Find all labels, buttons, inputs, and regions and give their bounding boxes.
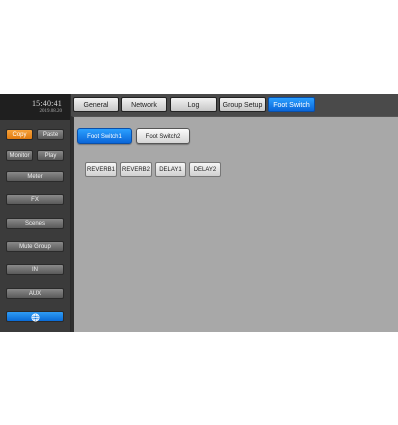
network-globe-icon	[31, 313, 40, 322]
sidebar-item-meter[interactable]: Meter	[6, 171, 64, 182]
sidebar-item-fx[interactable]: FX	[6, 194, 64, 205]
play-button[interactable]: Play	[37, 150, 64, 161]
sidebar: 15:40:41 2019.08.20 Copy Paste Monitor P…	[0, 94, 71, 332]
sidebar-item-in[interactable]: IN	[6, 264, 64, 275]
paste-button[interactable]: Paste	[37, 129, 64, 140]
delay1-button[interactable]: DELAY1	[155, 162, 186, 177]
foot-switch-1-button[interactable]: Foot Switch1	[77, 128, 132, 144]
clock-date: 2019.08.20	[39, 109, 63, 114]
mixer-app: 15:40:41 2019.08.20 Copy Paste Monitor P…	[0, 94, 398, 332]
foot-switch-panel: Foot Switch1 Foot Switch2 REVERB1 REVERB…	[71, 116, 398, 332]
network-button[interactable]	[6, 311, 64, 322]
clock: 15:40:41 2019.08.20	[0, 94, 70, 120]
reverb1-button[interactable]: REVERB1	[85, 162, 117, 177]
tab-bar: General Network Log Group Setup Foot Swi…	[71, 94, 398, 116]
foot-switch-2-button[interactable]: Foot Switch2	[136, 128, 190, 144]
tab-foot-switch[interactable]: Foot Switch	[268, 97, 315, 112]
monitor-button[interactable]: Monitor	[6, 150, 33, 161]
tab-log[interactable]: Log	[170, 97, 217, 112]
sidebar-item-scenes[interactable]: Scenes	[6, 218, 64, 229]
sidebar-item-mute-group[interactable]: Mute Group	[6, 241, 64, 252]
reverb2-button[interactable]: REVERB2	[120, 162, 152, 177]
tab-network[interactable]: Network	[121, 97, 167, 112]
copy-button[interactable]: Copy	[6, 129, 33, 140]
sidebar-item-aux[interactable]: AUX	[6, 288, 64, 299]
delay2-button[interactable]: DELAY2	[189, 162, 221, 177]
tab-general[interactable]: General	[73, 97, 119, 112]
clock-time: 15:40:41	[31, 99, 62, 108]
tab-group-setup[interactable]: Group Setup	[219, 97, 266, 112]
